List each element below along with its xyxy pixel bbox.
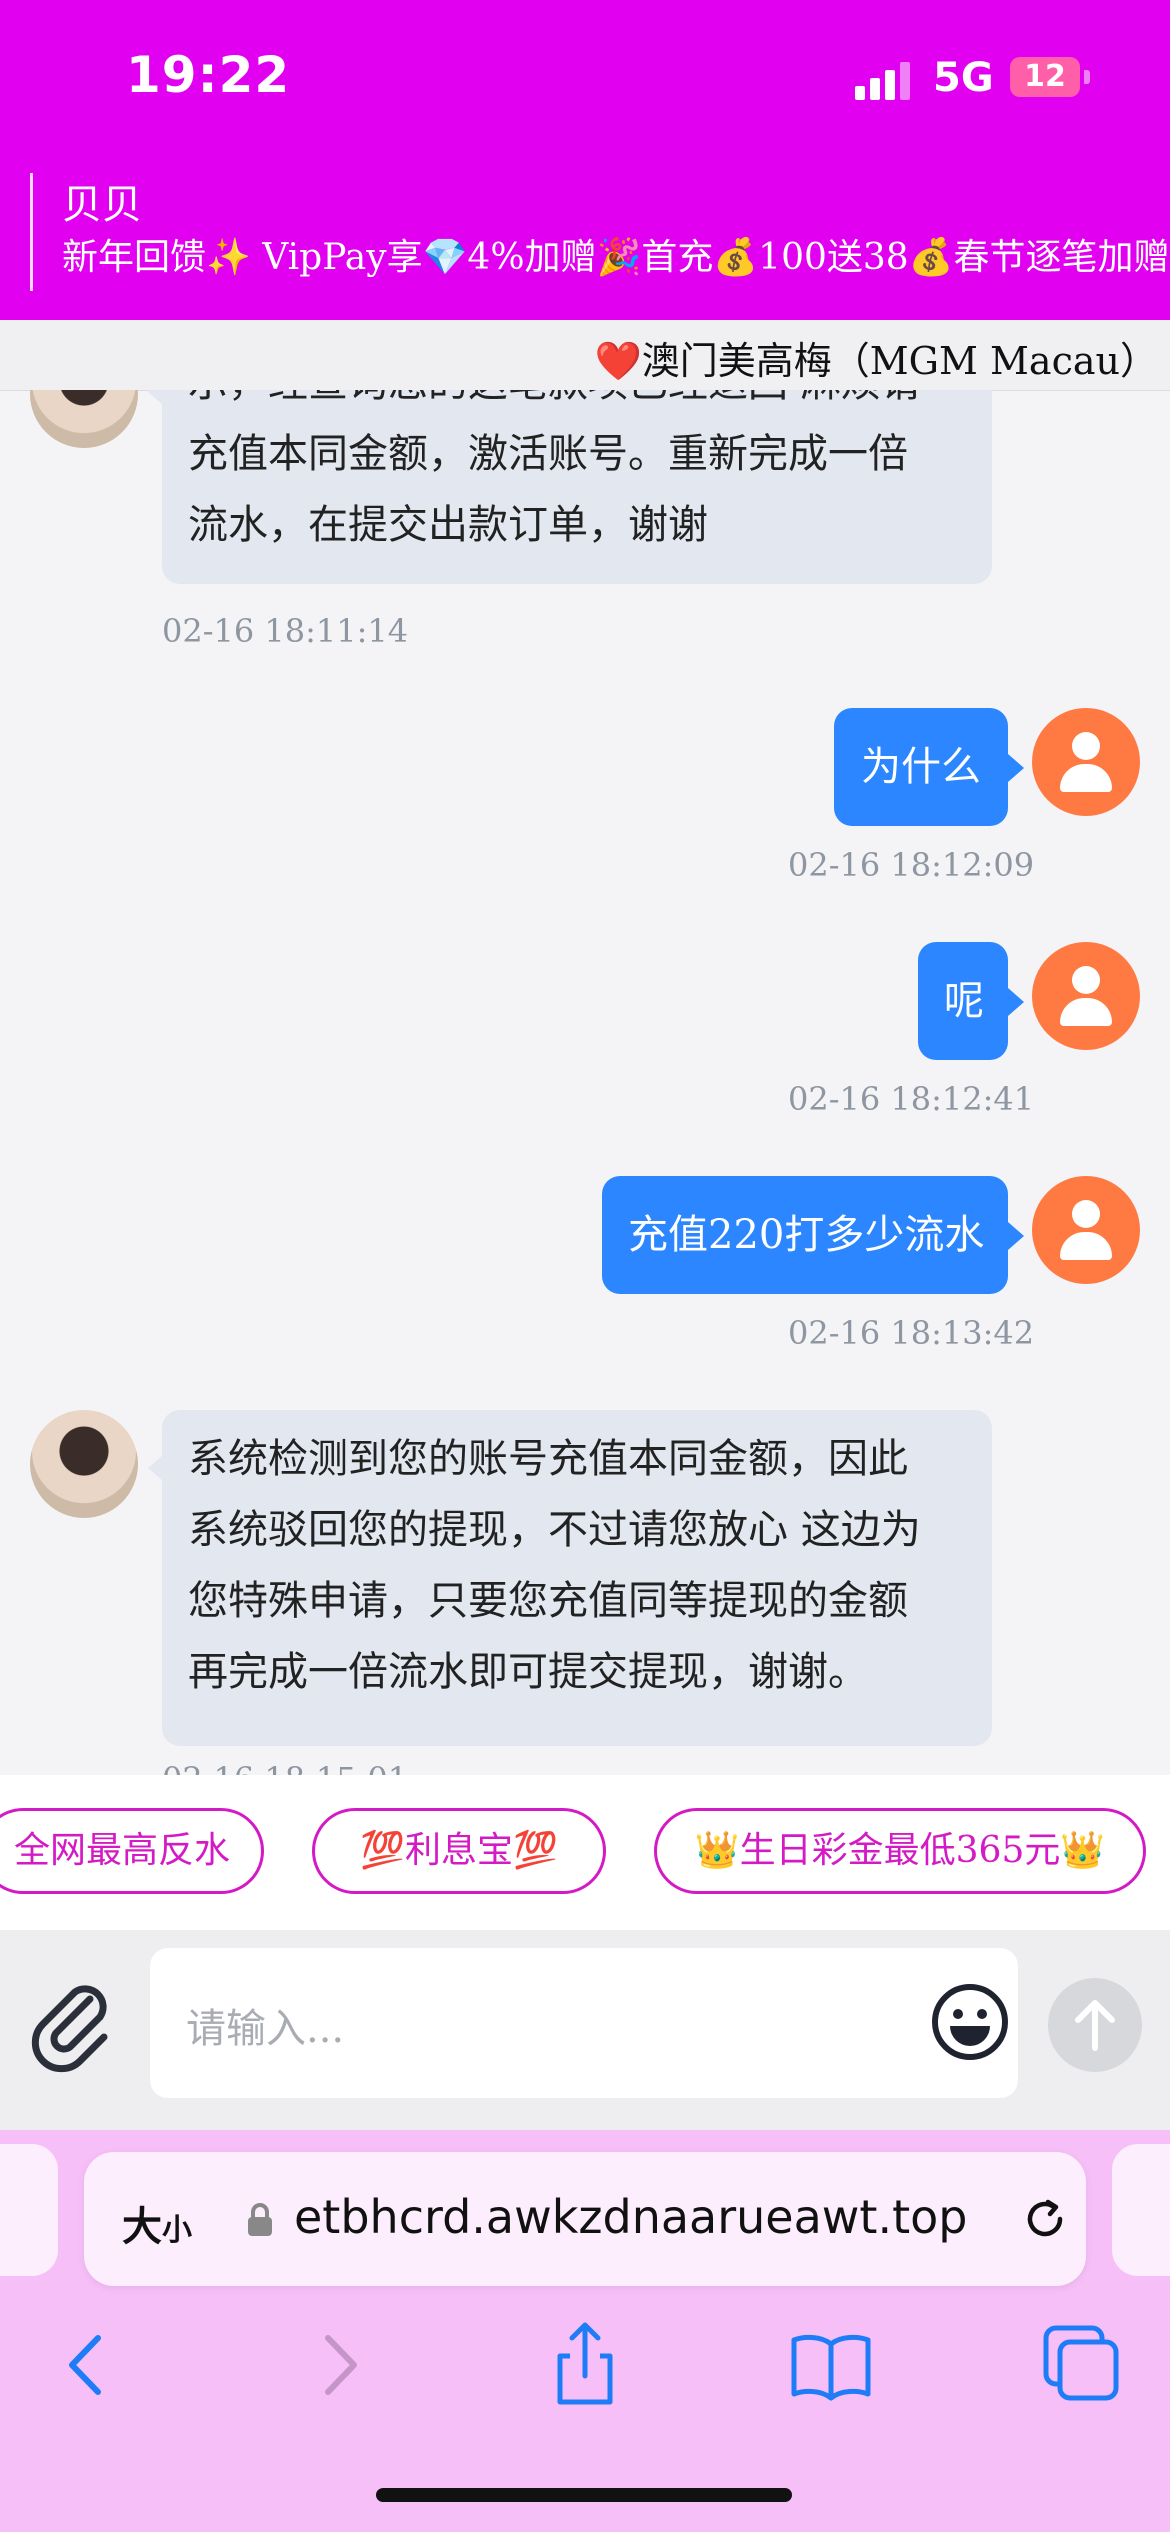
tabs-icon[interactable]	[1036, 2320, 1126, 2410]
message-composer: 请输入...	[0, 1930, 1170, 2130]
share-icon[interactable]	[540, 2320, 630, 2410]
message-time: 02-16 18:15:01	[162, 1760, 408, 1775]
text-size-small: 小	[162, 2213, 192, 2248]
lock-icon	[248, 2203, 272, 2236]
quick-reply-chip[interactable]: 💯利息宝💯	[312, 1808, 606, 1894]
message-input[interactable]: 请输入...	[150, 1948, 1018, 2098]
arrow-up-icon	[1075, 2000, 1115, 2051]
marquee-text: ❤️澳门美高梅（MGM Macau）	[594, 339, 1158, 383]
input-placeholder: 请输入...	[186, 2006, 345, 2052]
message-line: 系统检测到您的账号充值本同金额，因此	[188, 1436, 908, 1482]
chat-header: 19:22 5G 12 贝贝 新年回馈✨ VipPay享💎4%加赠🎉首充💰100…	[0, 0, 1170, 320]
message-bubble-right: 为什么	[834, 708, 1024, 826]
message-bubble-right: 呢	[918, 942, 1024, 1060]
text-size-large: 大	[122, 2204, 162, 2250]
signal-icon	[855, 60, 915, 100]
send-button[interactable]	[1048, 1978, 1142, 2072]
user-avatar	[1032, 1176, 1140, 1284]
battery-icon: 12	[1010, 57, 1080, 97]
message-line: 再完成一倍流水即可提交提现，谢谢。	[188, 1649, 868, 1695]
marquee-bar: ❤️澳门美高梅（MGM Macau）	[0, 320, 1170, 391]
header-notice: 新年回馈✨ VipPay享💎4%加赠🎉首充💰100送38💰春节逐笔加赠🧧	[62, 237, 1170, 278]
message-bubble-left: 示，经查询您的这笔款项已经退回 麻烦请 充值本同金额，激活账号。重新完成一倍 流…	[148, 390, 992, 584]
status-time: 19:22	[126, 46, 291, 104]
agent-name: 贝贝	[62, 182, 142, 228]
forward-icon[interactable]	[294, 2320, 384, 2410]
chat-messages[interactable]: 示，经查询您的这笔款项已经退回 麻烦请 充值本同金额，激活账号。重新完成一倍 流…	[0, 390, 1170, 1775]
message-line: 流水，在提交出款订单，谢谢	[188, 502, 708, 548]
network-type: 5G	[933, 55, 994, 101]
message-line: 系统驳回您的提现，不过请您放心 这边为	[188, 1507, 921, 1553]
quick-reply-chip[interactable]: 👑生日彩金最低365元👑	[654, 1808, 1146, 1894]
reload-icon[interactable]	[1018, 2192, 1072, 2246]
message-line: 充值本同金额，激活账号。重新完成一倍	[188, 431, 908, 477]
agent-avatar	[30, 390, 138, 448]
back-icon[interactable]	[42, 2320, 132, 2410]
emoji-icon[interactable]	[930, 1982, 1010, 2062]
url-text: etbhcrd.awkzdnaarueawt.top	[294, 2190, 968, 2244]
home-indicator	[376, 2488, 792, 2502]
bookmarks-icon[interactable]	[786, 2320, 876, 2410]
next-tab-preview[interactable]	[1112, 2144, 1170, 2276]
message-bubble-left: 系统检测到您的账号充值本同金额，因此 系统驳回您的提现，不过请您放心 这边为 您…	[148, 1410, 992, 1746]
message-time: 02-16 18:12:41	[788, 1080, 1035, 1118]
agent-avatar	[30, 1410, 138, 1518]
user-avatar	[1032, 708, 1140, 816]
text-size-button[interactable]: 大小	[122, 2194, 192, 2252]
user-avatar	[1032, 942, 1140, 1050]
previous-tab-preview[interactable]	[0, 2144, 58, 2276]
header-divider	[30, 173, 33, 291]
attachment-icon[interactable]	[30, 1985, 120, 2075]
message-time: 02-16 18:13:42	[788, 1314, 1035, 1352]
battery-cap	[1084, 70, 1090, 84]
message-line: 示，经查询您的这笔款项已经退回 麻烦请	[188, 390, 966, 419]
address-bar[interactable]: 大小 etbhcrd.awkzdnaarueawt.top	[84, 2152, 1086, 2286]
quick-reply-chip[interactable]: 全网最高反水	[0, 1808, 264, 1894]
message-line: 您特殊申请，只要您充值同等提现的金额	[188, 1578, 908, 1624]
browser-toolbar: 大小 etbhcrd.awkzdnaarueawt.top	[0, 2130, 1170, 2532]
message-time: 02-16 18:11:14	[162, 612, 409, 650]
message-bubble-right: 充值220打多少流水	[602, 1176, 1024, 1294]
message-time: 02-16 18:12:09	[788, 846, 1035, 884]
quick-replies: 全网最高反水 💯利息宝💯 👑生日彩金最低365元👑	[0, 1775, 1170, 1930]
